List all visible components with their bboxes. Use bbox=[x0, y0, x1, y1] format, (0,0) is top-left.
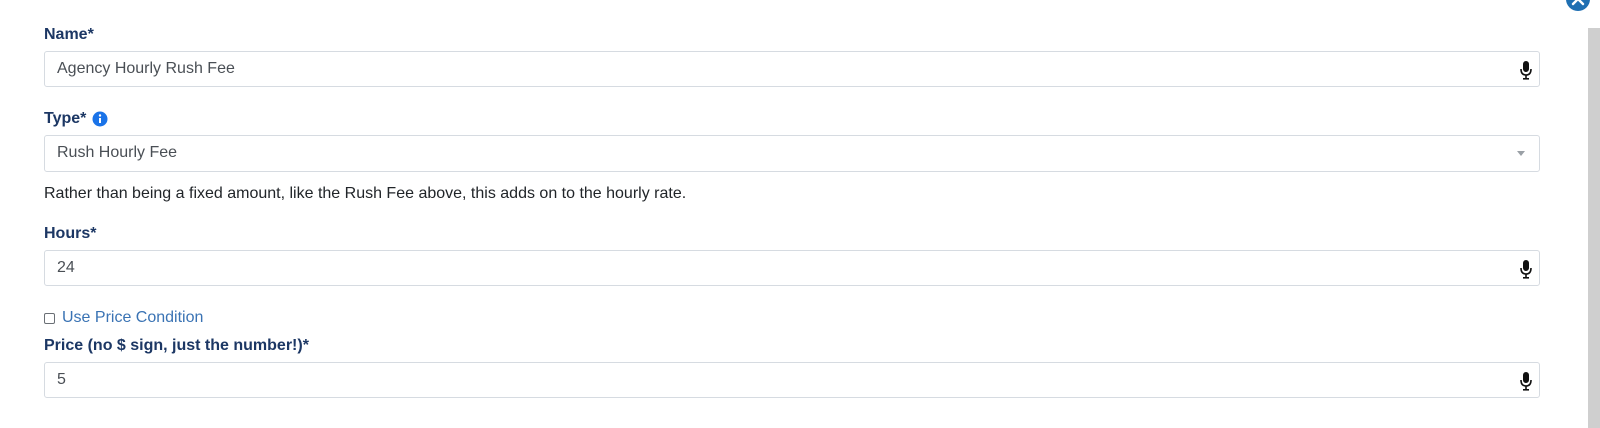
type-select[interactable]: Rush Hourly Fee bbox=[44, 135, 1540, 172]
price-label-text: Price (no $ sign, just the number!)* bbox=[44, 337, 309, 354]
chevron-down-icon bbox=[1517, 151, 1525, 156]
name-label-text: Name* bbox=[44, 26, 94, 43]
microphone-icon[interactable] bbox=[1519, 371, 1533, 391]
hours-input-value: 24 bbox=[57, 259, 75, 276]
type-select-value: Rush Hourly Fee bbox=[57, 144, 178, 161]
info-icon[interactable] bbox=[92, 111, 108, 127]
hours-input[interactable]: 24 bbox=[44, 250, 1540, 286]
type-label-text: Type* bbox=[44, 110, 87, 127]
price-label: Price (no $ sign, just the number!)* bbox=[44, 337, 309, 355]
type-label: Type* bbox=[44, 110, 108, 128]
microphone-icon[interactable] bbox=[1519, 60, 1533, 80]
name-label: Name* bbox=[44, 26, 94, 44]
name-input-value: Agency Hourly Rush Fee bbox=[57, 60, 235, 77]
hours-label-text: Hours* bbox=[44, 225, 97, 242]
rush-fee-form: Name* Agency Hourly Rush Fee Type* Rush … bbox=[0, 0, 1600, 428]
scrollbar[interactable] bbox=[1588, 28, 1600, 428]
price-condition-label[interactable]: Use Price Condition bbox=[62, 309, 203, 327]
name-input[interactable]: Agency Hourly Rush Fee bbox=[44, 51, 1540, 87]
microphone-icon[interactable] bbox=[1519, 259, 1533, 279]
price-condition-row[interactable]: Use Price Condition bbox=[44, 309, 203, 327]
type-help-text: Rather than being a fixed amount, like t… bbox=[44, 185, 687, 202]
price-input-value: 5 bbox=[57, 371, 66, 388]
hours-label: Hours* bbox=[44, 225, 96, 243]
price-condition-checkbox[interactable] bbox=[44, 312, 55, 324]
price-input[interactable]: 5 bbox=[44, 362, 1540, 398]
close-icon[interactable] bbox=[1565, 0, 1591, 12]
